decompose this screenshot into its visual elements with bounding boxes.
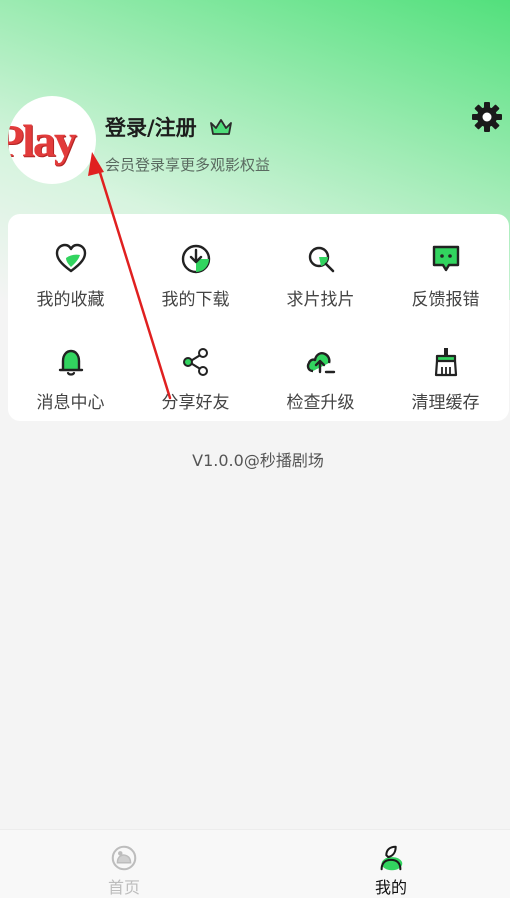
nav-item-profile[interactable]: 我的 xyxy=(331,830,451,898)
share-icon xyxy=(182,348,208,376)
avatar-logo-text: Play xyxy=(8,114,77,166)
nav-label-profile: 我的 xyxy=(374,878,407,897)
download-icon xyxy=(181,244,210,274)
bell-icon xyxy=(58,349,83,376)
menu-item-downloads[interactable]: 我的下载 xyxy=(133,234,258,324)
nav-item-home[interactable]: 首页 xyxy=(64,830,184,898)
avatar[interactable]: Play xyxy=(8,96,96,184)
version-label: V1.0.0@秒播剧场 xyxy=(192,451,324,470)
menu-label: 求片找片 xyxy=(286,290,355,310)
member-benefit-subtitle: 会员登录享更多观影权益 xyxy=(105,156,271,174)
menu-label: 我的收藏 xyxy=(36,290,105,310)
search-icon xyxy=(308,246,334,273)
gear-icon[interactable] xyxy=(471,101,503,133)
bottom-nav: 首页 我的 xyxy=(0,829,510,898)
menu-item-feedback[interactable]: 反馈报错 xyxy=(383,234,508,324)
menu-item-upgrade[interactable]: 检查升级 xyxy=(258,337,383,427)
home-icon xyxy=(111,845,137,871)
menu-card: 我的收藏 我的下载 求片找片 反馈报错 消息中心 分享好友 检查升级 清理缓存 xyxy=(8,214,509,421)
broom-icon xyxy=(434,348,457,377)
login-register-link[interactable]: 登录/注册 xyxy=(105,112,197,142)
menu-item-request[interactable]: 求片找片 xyxy=(258,234,383,324)
menu-item-favorites[interactable]: 我的收藏 xyxy=(8,234,133,324)
nav-label-home: 首页 xyxy=(107,878,140,897)
menu-label: 检查升级 xyxy=(286,393,355,413)
menu-label: 反馈报错 xyxy=(411,290,480,310)
upgrade-icon xyxy=(306,352,335,374)
menu-label: 分享好友 xyxy=(161,393,230,413)
menu-item-messages[interactable]: 消息中心 xyxy=(8,337,133,427)
feedback-icon xyxy=(432,245,459,272)
menu-item-share[interactable]: 分享好友 xyxy=(133,337,258,427)
heart-icon xyxy=(55,243,86,273)
menu-label: 清理缓存 xyxy=(411,393,480,413)
login-row[interactable]: 登录/注册 xyxy=(105,112,233,142)
menu-label: 我的下载 xyxy=(161,290,230,310)
crown-icon xyxy=(209,119,232,135)
profile-icon xyxy=(380,845,403,871)
menu-label: 消息中心 xyxy=(36,393,105,413)
menu-item-clear-cache[interactable]: 清理缓存 xyxy=(383,337,508,427)
